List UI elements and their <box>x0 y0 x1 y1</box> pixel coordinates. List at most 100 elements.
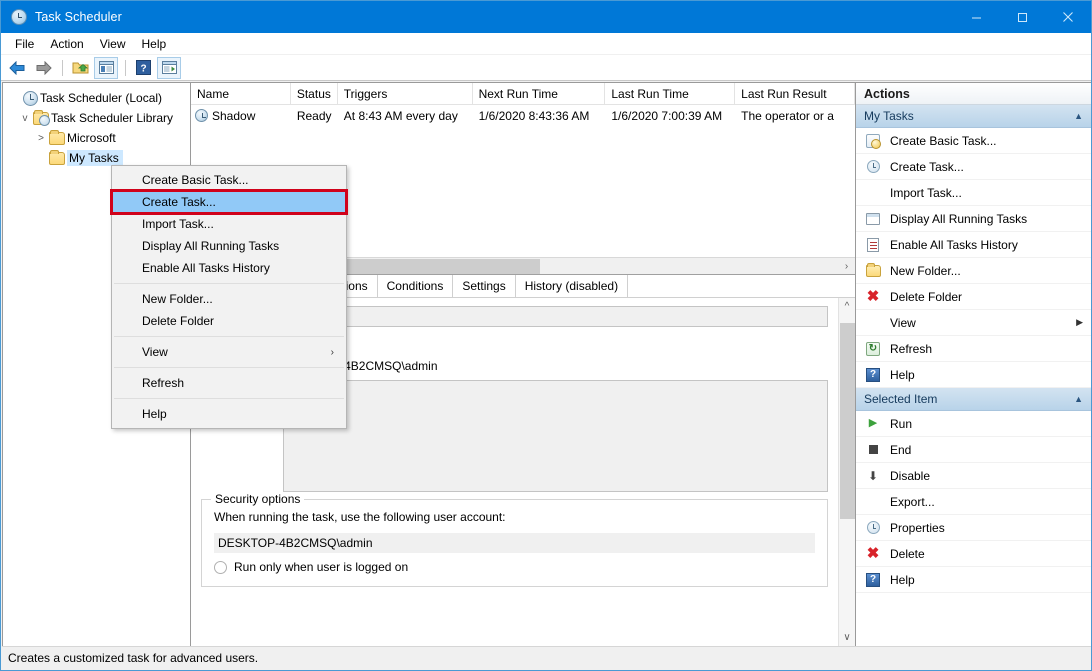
context-menu-item-create-basic-task[interactable]: Create Basic Task... <box>112 169 346 191</box>
refresh-icon: ↻ <box>864 341 882 356</box>
action-create-basic-task[interactable]: Create Basic Task... <box>856 128 1091 154</box>
action-enable-all-tasks-history[interactable]: Enable All Tasks History <box>856 232 1091 258</box>
radio-run-only-when-logged-on[interactable] <box>214 560 227 574</box>
detail-vertical-scrollbar[interactable]: ^ ∨ <box>838 298 855 646</box>
tree-item-task-scheduler-library[interactable]: v Task Scheduler Library <box>3 108 190 128</box>
action-label: Export... <box>890 494 935 509</box>
column-header-next-run-time[interactable]: Next Run Time <box>473 83 606 104</box>
toolbar-separator <box>62 59 63 76</box>
scroll-right-arrow-icon[interactable]: › <box>838 258 855 275</box>
menu-bar: File Action View Help <box>1 33 1091 55</box>
action-view[interactable]: View ▶ <box>856 310 1091 336</box>
maximize-button[interactable] <box>999 1 1045 33</box>
context-menu-item-import-task[interactable]: Import Task... <box>112 213 346 235</box>
tab-settings[interactable]: Settings <box>453 275 516 297</box>
help-icon[interactable]: ? <box>131 57 155 79</box>
scroll-down-arrow-icon[interactable]: ∨ <box>839 629 856 646</box>
menu-file[interactable]: File <box>7 35 42 53</box>
delete-icon: ✖ <box>866 288 880 305</box>
show-hide-action-pane-icon[interactable] <box>157 56 181 79</box>
title-bar: Task Scheduler <box>1 1 1091 33</box>
action-display-all-running-tasks[interactable]: Display All Running Tasks <box>856 206 1091 232</box>
folder-icon <box>49 129 65 145</box>
end-icon <box>864 445 882 454</box>
action-export[interactable]: Export... <box>856 489 1091 515</box>
column-header-name[interactable]: Name <box>191 83 291 104</box>
security-options-group: Security options When running the task, … <box>201 492 828 587</box>
context-menu-item-enable-all-tasks-history[interactable]: Enable All Tasks History <box>112 257 346 279</box>
action-properties[interactable]: Properties <box>856 515 1091 541</box>
cell-last-run-time: 1/6/2020 7:00:39 AM <box>611 108 723 123</box>
column-header-status[interactable]: Status <box>291 83 338 104</box>
tree-item-task-scheduler-local[interactable]: Task Scheduler (Local) <box>3 88 190 108</box>
task-scheduler-window: Task Scheduler File Action View Help ? T… <box>0 0 1092 671</box>
menu-action[interactable]: Action <box>42 35 91 53</box>
context-menu-item-create-task[interactable]: Create Task... <box>110 189 348 215</box>
action-label: Delete <box>890 546 925 561</box>
action-refresh[interactable]: ↻ Refresh <box>856 336 1091 362</box>
action-delete-folder[interactable]: ✖ Delete Folder <box>856 284 1091 310</box>
running-tasks-icon <box>864 212 882 225</box>
cell-triggers: At 8:43 AM every day <box>343 108 458 123</box>
action-new-folder[interactable]: New Folder... <box>856 258 1091 284</box>
action-label: Disable <box>890 468 931 483</box>
close-button[interactable] <box>1045 1 1091 33</box>
action-label: New Folder... <box>890 263 961 278</box>
tree-item-label: My Tasks <box>67 150 123 166</box>
description-field[interactable] <box>283 380 828 492</box>
context-menu-item-refresh[interactable]: Refresh <box>112 372 346 394</box>
up-folder-icon[interactable] <box>68 57 92 79</box>
actions-pane-title: Actions <box>856 83 1091 105</box>
cell-next-run-time: 1/6/2020 8:43:36 AM <box>478 108 590 123</box>
action-help-selected[interactable]: ? Help <box>856 567 1091 593</box>
run-icon: ▶ <box>868 417 878 429</box>
properties-icon <box>864 521 882 534</box>
action-help[interactable]: ? Help <box>856 362 1091 388</box>
run-only-when-logged-on-row[interactable]: Run only when user is logged on <box>214 560 815 574</box>
action-import-task[interactable]: Import Task... <box>856 180 1091 206</box>
show-hide-console-tree-icon[interactable] <box>94 56 118 79</box>
scroll-up-arrow-icon[interactable]: ^ <box>839 298 856 315</box>
action-end[interactable]: End <box>856 437 1091 463</box>
context-menu-item-view[interactable]: View › <box>112 341 346 363</box>
forward-icon[interactable] <box>31 57 55 79</box>
new-folder-icon <box>864 262 882 277</box>
column-header-last-run-result[interactable]: Last Run Result <box>735 83 855 104</box>
tree-twisty-collapsed[interactable]: > <box>33 133 49 144</box>
action-run[interactable]: ▶ Run <box>856 411 1091 437</box>
table-row[interactable]: Shadow Ready At 8:43 AM every day 1/6/20… <box>191 105 855 126</box>
tab-history[interactable]: History (disabled) <box>516 275 629 297</box>
menu-help[interactable]: Help <box>134 35 175 53</box>
task-name: Shadow <box>212 108 256 123</box>
action-label: Enable All Tasks History <box>890 237 1018 252</box>
name-field[interactable] <box>283 306 828 327</box>
action-label: Refresh <box>890 341 933 356</box>
context-menu-separator <box>114 398 344 399</box>
clock-icon <box>23 90 38 106</box>
column-header-triggers[interactable]: Triggers <box>338 83 473 104</box>
column-header-last-run-time[interactable]: Last Run Time <box>605 83 736 104</box>
chevron-up-icon[interactable]: ▲ <box>1074 394 1083 404</box>
history-icon <box>864 237 882 252</box>
minimize-button[interactable] <box>953 1 999 33</box>
action-create-task[interactable]: Create Task... <box>856 154 1091 180</box>
tab-conditions[interactable]: Conditions <box>378 275 454 297</box>
actions-group-selected-item-header[interactable]: Selected Item ▲ <box>856 388 1091 411</box>
chevron-right-icon: › <box>330 346 334 358</box>
menu-view[interactable]: View <box>92 35 134 53</box>
tree-twisty-expanded[interactable]: v <box>17 113 33 124</box>
action-disable[interactable]: ⬇ Disable <box>856 463 1091 489</box>
context-menu-item-delete-folder[interactable]: Delete Folder <box>112 310 346 332</box>
status-bar-text: Creates a customized task for advanced u… <box>8 651 259 665</box>
tree-item-microsoft[interactable]: > Microsoft <box>3 128 190 148</box>
chevron-up-icon[interactable]: ▲ <box>1074 111 1083 121</box>
context-menu-item-new-folder[interactable]: New Folder... <box>112 288 346 310</box>
user-account-value: DESKTOP-4B2CMSQ\admin <box>214 533 815 553</box>
context-menu-item-display-all-running-tasks[interactable]: Display All Running Tasks <box>112 235 346 257</box>
vertical-scrollbar-thumb[interactable] <box>839 323 855 519</box>
action-delete[interactable]: ✖ Delete <box>856 541 1091 567</box>
back-icon[interactable] <box>5 57 29 79</box>
context-menu-item-help[interactable]: Help <box>112 403 346 425</box>
actions-group-my-tasks-header[interactable]: My Tasks ▲ <box>856 105 1091 128</box>
scrollbar-track[interactable] <box>839 315 856 629</box>
